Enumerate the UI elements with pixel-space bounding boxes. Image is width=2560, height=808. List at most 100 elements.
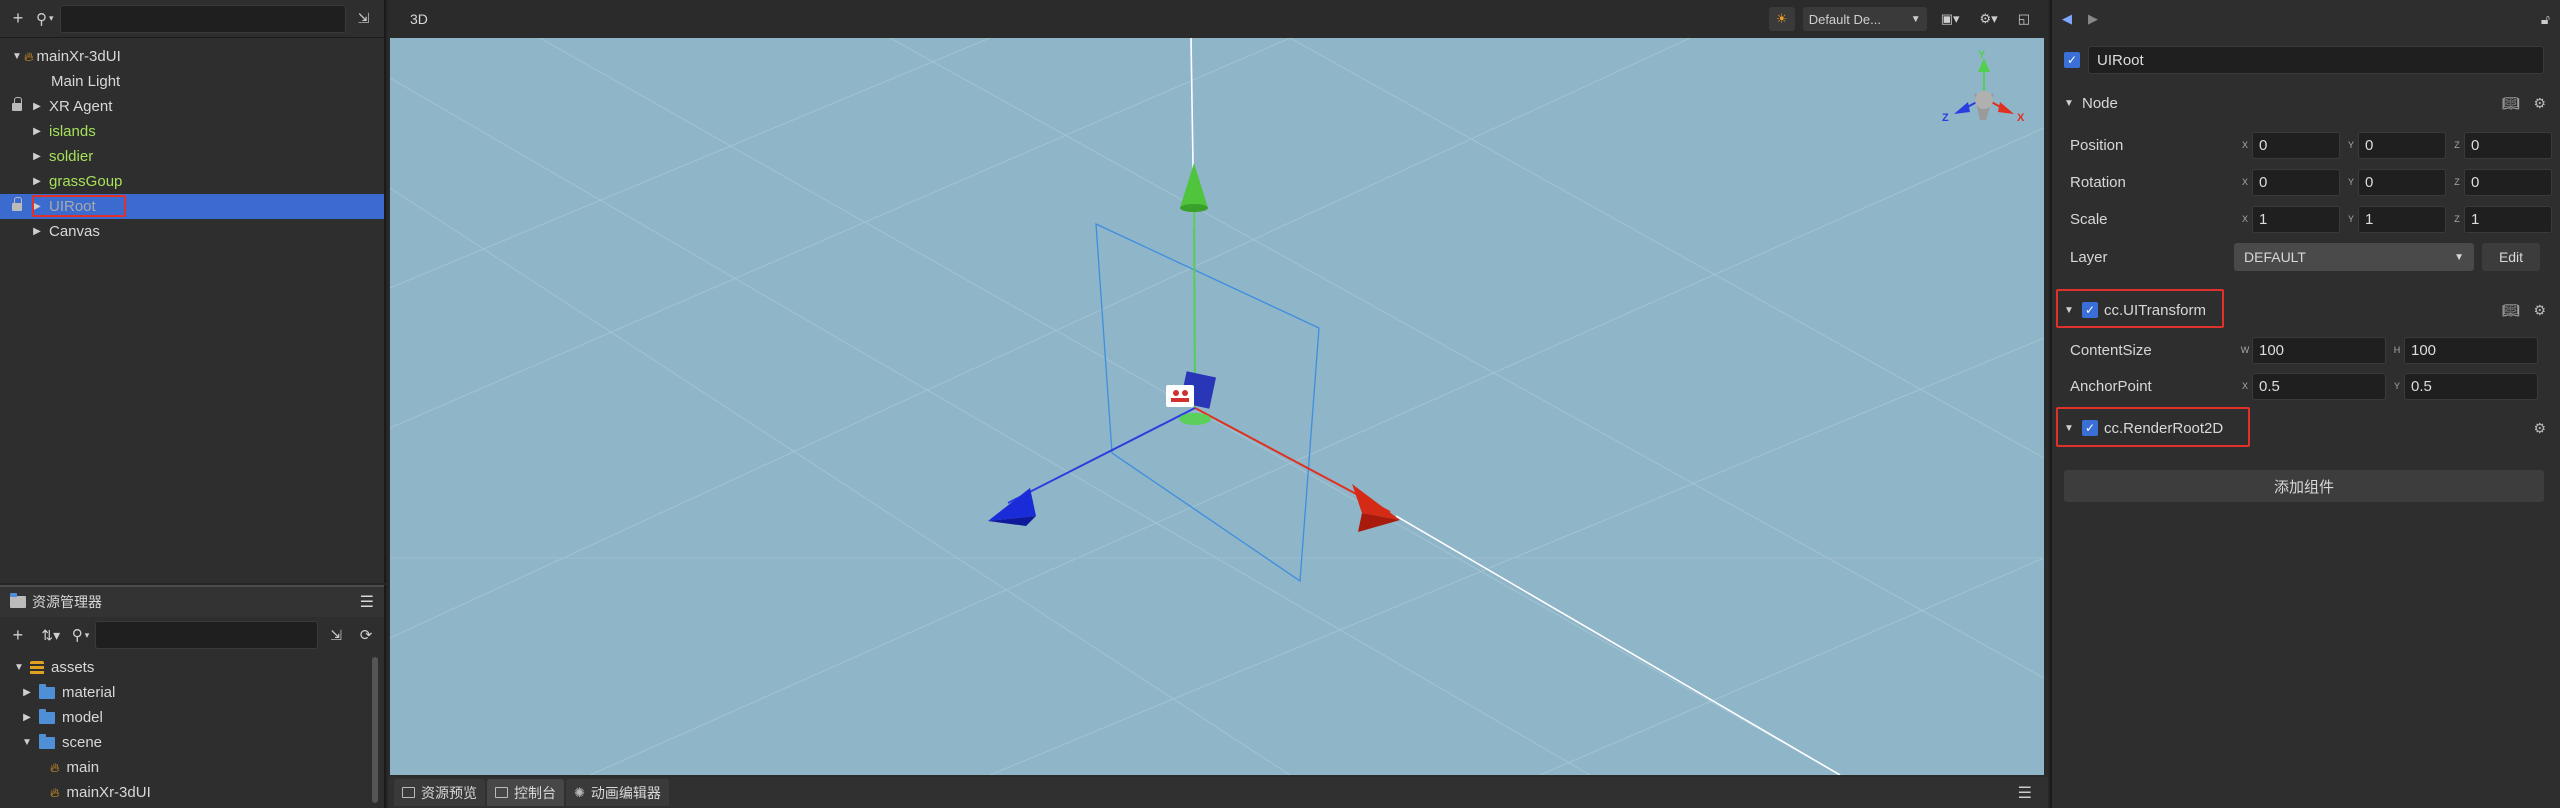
content-size-row: ContentSize W H — [2070, 336, 2556, 364]
tree-node-xr-agent[interactable]: ▶ XR Agent — [0, 94, 384, 119]
tree-node-canvas[interactable]: ▶ Canvas — [0, 219, 384, 244]
prop-label: Scale — [2070, 210, 2108, 228]
search-type-dropdown[interactable]: ⚲ ▾ — [36, 10, 54, 28]
collapse-caret-icon[interactable]: ▼ — [2064, 98, 2076, 109]
lock-icon[interactable] — [12, 97, 22, 111]
tree-node-islands[interactable]: ▶ islands — [0, 119, 384, 144]
expand-caret-icon[interactable]: ▶ — [20, 687, 34, 698]
expand-caret-icon[interactable]: ▶ — [30, 151, 44, 162]
rotation-z-input[interactable] — [2464, 168, 2552, 196]
asset-item-material[interactable]: ▶ material — [0, 680, 384, 705]
axis-label: Y — [2393, 381, 2400, 391]
anchor-x-input[interactable] — [2252, 372, 2386, 400]
tree-node-scene-root[interactable]: ▼ 🔥︎ mainXr-3dUI — [0, 44, 384, 69]
lock-icon[interactable] — [12, 197, 22, 211]
forward-arrow-icon[interactable]: ▶ — [2088, 11, 2098, 27]
asset-item-assets[interactable]: ▼ assets — [0, 655, 384, 680]
refresh-icon[interactable]: ⟳ — [354, 623, 378, 647]
tree-node-grassgoup[interactable]: ▶ grassGoup — [0, 169, 384, 194]
gear-icon[interactable]: ⚙ — [2533, 420, 2546, 437]
position-x-input[interactable] — [2252, 131, 2340, 159]
tab-asset-preview[interactable]: 资源预览 — [394, 779, 485, 806]
unlock-icon[interactable]: 🔓︎ — [2541, 11, 2550, 28]
help-doc-icon[interactable]: 📖︎ — [2502, 95, 2520, 112]
hierarchy-search-input[interactable] — [59, 4, 346, 33]
axis-label: X — [2241, 381, 2248, 391]
expand-caret-icon[interactable]: ▶ — [30, 226, 44, 237]
axis-label: X — [2241, 140, 2248, 150]
tab-animation-editor[interactable]: ✺ 动画编辑器 — [566, 779, 669, 806]
layer-edit-button[interactable]: Edit — [2482, 243, 2540, 271]
add-component-button[interactable]: 添加组件 — [2064, 470, 2544, 502]
position-y-input[interactable] — [2358, 131, 2446, 159]
tree-node-main-light[interactable]: Main Light — [0, 69, 384, 94]
panel-menu-icon[interactable]: ☰ — [360, 592, 374, 612]
gear-icon[interactable]: ⚙▾ — [1974, 7, 2004, 31]
expand-caret-icon[interactable]: ▶ — [30, 101, 44, 112]
uitransform-section-header[interactable]: ▼ ✓ cc.UITransform 📖︎ ⚙ — [2064, 297, 2554, 323]
node-name-input[interactable] — [2088, 46, 2544, 74]
orientation-gizmo[interactable]: Y X Z — [1942, 49, 2025, 124]
rotation-row: Rotation X Y Z — [2070, 168, 2556, 196]
add-node-button[interactable]: + — [6, 7, 30, 31]
collapse-all-icon[interactable]: ⇲ — [352, 7, 376, 31]
expand-caret-icon[interactable]: ▶ — [30, 176, 44, 187]
asset-item-model[interactable]: ▶ model — [0, 705, 384, 730]
expand-caret-icon[interactable]: ▶ — [30, 201, 44, 212]
rotation-x-input[interactable] — [2252, 168, 2340, 196]
rotation-y-input[interactable] — [2358, 168, 2446, 196]
component-enabled-checkbox[interactable]: ✓ — [2082, 302, 2098, 318]
gear-icon[interactable]: ⚙ — [2533, 302, 2546, 319]
hierarchy-toolbar: + ⚲ ▾ ⇲ — [0, 0, 384, 38]
tree-node-uiroot[interactable]: ▶ UIRoot — [0, 194, 384, 219]
scale-y-input[interactable] — [2358, 205, 2446, 233]
tree-node-label: islands — [49, 123, 96, 140]
collapse-caret-icon[interactable]: ▼ — [2064, 305, 2076, 316]
position-z-input[interactable] — [2464, 131, 2552, 159]
tree-node-soldier[interactable]: ▶ soldier — [0, 144, 384, 169]
expand-caret-icon[interactable]: ▼ — [10, 51, 24, 62]
expand-caret-icon[interactable]: ▼ — [12, 662, 26, 673]
node-section-header[interactable]: ▼ Node 📖︎ ⚙ — [2064, 90, 2554, 116]
assets-scrollbar[interactable] — [372, 657, 378, 803]
scene-viewport[interactable]: Y X Z — [390, 38, 2044, 775]
content-width-input[interactable] — [2252, 336, 2386, 364]
animation-icon: ✺ — [574, 784, 585, 800]
tab-console[interactable]: 控制台 — [487, 779, 564, 806]
search-type-dropdown[interactable]: ⚲ ▾ — [72, 626, 90, 644]
asset-label: model — [62, 709, 103, 726]
renderroot2d-section-header[interactable]: ▼ ✓ cc.RenderRoot2D ⚙ — [2064, 415, 2554, 441]
anchor-y-input[interactable] — [2404, 372, 2538, 400]
camera-options-icon[interactable]: ▣▾ — [1935, 7, 1966, 31]
view-mode-toggle[interactable]: 3D — [410, 11, 428, 27]
expand-caret-icon[interactable]: ▶ — [30, 126, 44, 137]
section-title: cc.RenderRoot2D — [2104, 419, 2224, 437]
content-height-input[interactable] — [2404, 336, 2538, 364]
collapse-all-icon[interactable]: ⇲ — [324, 623, 348, 647]
maximize-icon[interactable]: ◱ — [2012, 7, 2036, 31]
asset-item-main[interactable]: 🔥︎ main — [0, 755, 384, 780]
node-active-checkbox[interactable]: ✓ — [2064, 52, 2080, 68]
assets-search-input[interactable] — [95, 621, 319, 649]
camera-select[interactable]: Default De... ▼ — [1802, 7, 1927, 31]
expand-caret-icon[interactable]: ▼ — [20, 737, 34, 748]
svg-text:X: X — [2017, 112, 2025, 124]
database-icon — [30, 660, 44, 675]
component-enabled-checkbox[interactable]: ✓ — [2082, 420, 2098, 436]
axis-label: Z — [2454, 214, 2460, 224]
lighting-toggle-icon[interactable]: ☀ — [1768, 7, 1795, 31]
assets-tab[interactable]: 资源管理器 ☰ — [0, 585, 384, 617]
sort-icon[interactable]: ⇅▾ — [36, 623, 66, 647]
back-arrow-icon[interactable]: ◀ — [2062, 11, 2072, 27]
panel-menu-icon[interactable]: ☰ — [2018, 783, 2032, 803]
gear-icon[interactable]: ⚙ — [2533, 95, 2546, 112]
collapse-caret-icon[interactable]: ▼ — [2064, 423, 2076, 434]
layer-select[interactable]: DEFAULT ▼ — [2234, 243, 2474, 271]
scale-z-input[interactable] — [2464, 205, 2552, 233]
expand-caret-icon[interactable]: ▶ — [20, 712, 34, 723]
scale-x-input[interactable] — [2252, 205, 2340, 233]
asset-item-scene[interactable]: ▼ scene — [0, 730, 384, 755]
help-doc-icon[interactable]: 📖︎ — [2502, 302, 2520, 319]
asset-item-mainxr-3dui[interactable]: 🔥︎ mainXr-3dUI — [0, 780, 384, 805]
create-asset-button[interactable]: + — [6, 623, 30, 647]
